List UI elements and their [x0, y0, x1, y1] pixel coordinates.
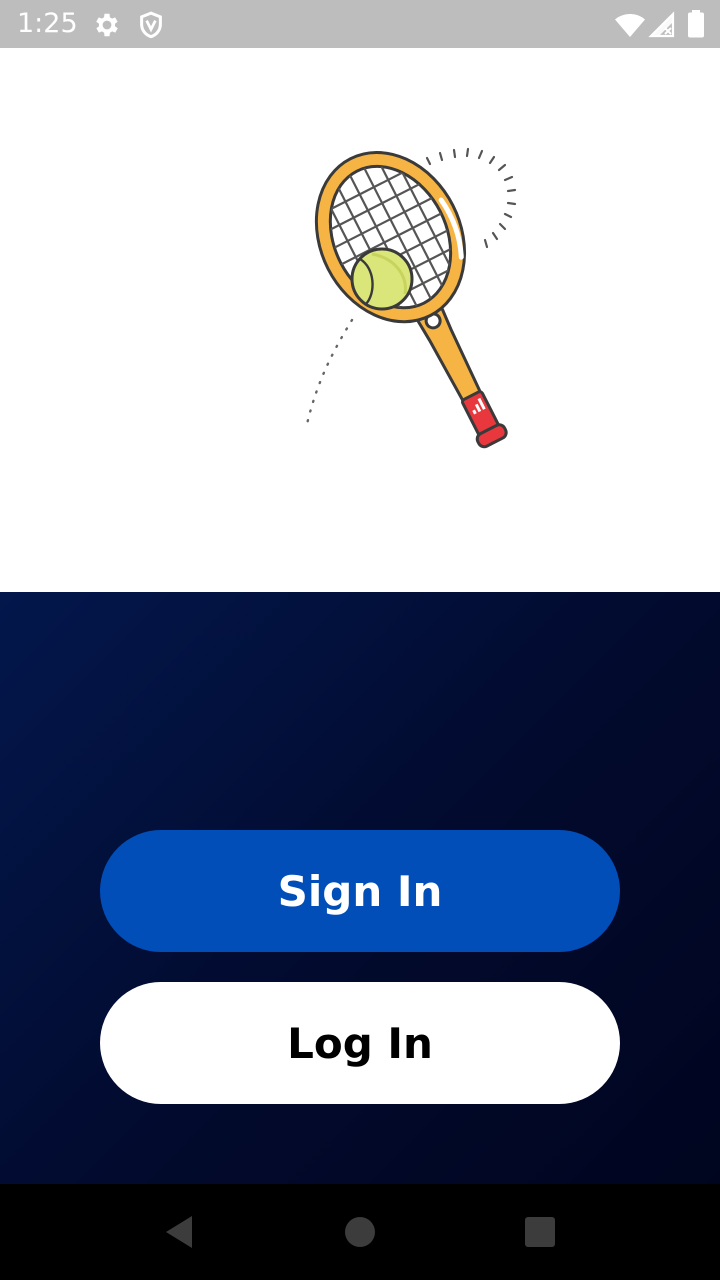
battery-icon — [688, 10, 704, 38]
wifi-icon — [615, 14, 645, 37]
shield-icon — [140, 11, 162, 39]
log-in-button[interactable]: Log In — [100, 982, 620, 1104]
recents-icon[interactable] — [520, 1212, 560, 1252]
tennis-racket-illustration — [305, 147, 517, 449]
tennis-ball — [350, 247, 414, 311]
racket — [312, 147, 508, 449]
auth-panel: Sign In Log In — [0, 592, 720, 1184]
back-icon[interactable] — [160, 1212, 200, 1252]
welcome-screen: 1:25 Sign In Log In — [0, 0, 720, 1280]
ball-trajectory — [305, 318, 354, 426]
gear-icon — [96, 13, 118, 37]
home-icon[interactable] — [340, 1212, 380, 1252]
status-bar: 1:25 — [0, 0, 720, 48]
navigation-bar — [0, 1184, 720, 1280]
status-time: 1:25 — [17, 8, 78, 39]
hero-illustration-area — [0, 48, 720, 592]
signal-icon — [648, 11, 675, 38]
sign-in-button[interactable]: Sign In — [100, 830, 620, 952]
